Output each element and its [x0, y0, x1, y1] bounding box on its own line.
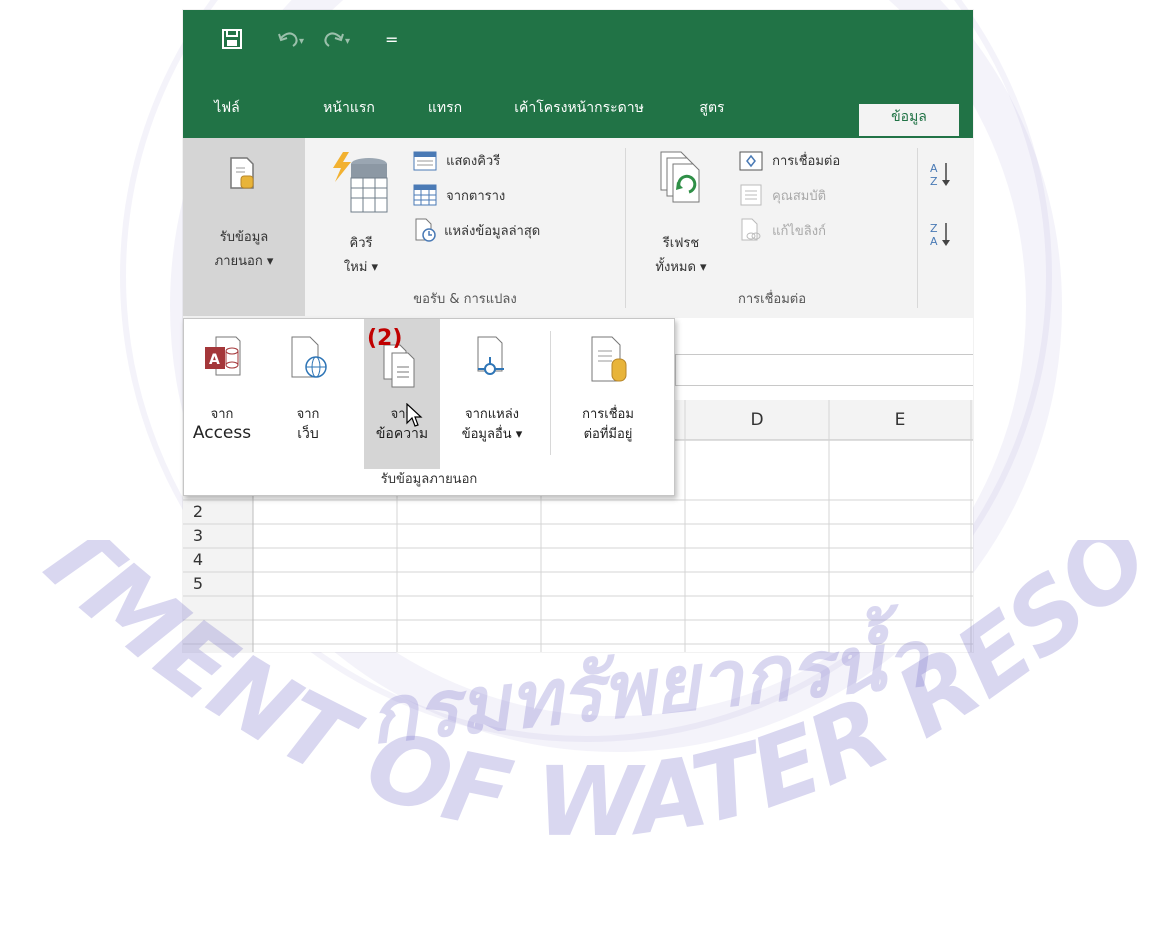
access-icon: A: [205, 336, 241, 376]
show-queries-label: แสดงคิวรี: [446, 154, 501, 169]
get-external-data-icon: [230, 157, 254, 189]
refresh-all-line2: ทั้งหมด ▾: [655, 260, 707, 275]
get-external-data-button[interactable]: รับข้อมูล ภายนอก ▾: [183, 138, 305, 316]
new-query-button[interactable]: คิวรี ใหม่ ▾: [321, 146, 401, 286]
new-query-line1: คิวรี: [349, 236, 373, 251]
from-table-label: จากตาราง: [446, 188, 506, 204]
show-queries-icon: [413, 151, 437, 170]
properties-label: คุณสมบัติ: [772, 188, 827, 204]
from-other-sources-line1: จากแหล่ง: [464, 407, 520, 422]
from-access-line1: จาก: [210, 407, 234, 422]
ribbon-separator: [917, 148, 918, 308]
recent-sources-button[interactable]: แหล่งข้อมูลล่าสุด: [413, 218, 540, 242]
from-other-sources-line2: ข้อมูลอื่น ▾: [461, 427, 523, 442]
column-header-e[interactable]: E: [829, 400, 971, 440]
svg-text:Z: Z: [930, 222, 938, 235]
from-text-line2: ข้อความ: [375, 426, 429, 442]
svg-text:Z: Z: [930, 175, 938, 188]
from-web-line1: จาก: [296, 407, 320, 422]
recent-sources-label: แหล่งข้อมูลล่าสุด: [444, 223, 541, 239]
get-external-data-group-label: รับข้อมูลภายนอก: [380, 472, 478, 487]
group-connections-label: การเชื่อมต่อ: [737, 292, 807, 307]
undo-icon[interactable]: ▾: [277, 28, 307, 54]
sort-ascending-button[interactable]: AZ: [929, 160, 959, 190]
get-external-data-line1: รับข้อมูล: [219, 230, 269, 245]
mouse-cursor-icon: [406, 403, 423, 427]
sort-az-icon: AZ: [930, 162, 950, 188]
svg-text:A: A: [930, 235, 938, 248]
svg-text:DEPARTMENT OF WATER RESOURCES: DEPARTMENT OF WATER RESOURCES: [0, 540, 1163, 858]
refresh-all-line1: รีเฟรช: [662, 236, 700, 251]
save-icon[interactable]: [221, 28, 243, 54]
ribbon-data: รับข้อมูล ภายนอก ▾ คิวรี ใหม่ ▾ แสดงคิวร…: [183, 138, 973, 319]
refresh-icon: [660, 151, 700, 203]
tab-file[interactable]: ไฟล์: [197, 78, 257, 138]
from-table-button[interactable]: จากตาราง: [413, 184, 505, 206]
existing-connections-line1: การเชื่อม: [582, 407, 634, 422]
tab-formulas[interactable]: สูตร: [687, 78, 737, 138]
existing-connections-icon: [591, 336, 627, 382]
connections-label: การเชื่อมต่อ: [772, 154, 841, 169]
new-query-line2: ใหม่ ▾: [343, 260, 379, 275]
svg-text:▾: ▾: [345, 36, 350, 47]
connections-icon: [739, 151, 763, 170]
sort-za-icon: ZA: [930, 222, 950, 248]
tab-insert[interactable]: แทรก: [415, 78, 475, 138]
properties-icon: [740, 184, 762, 206]
step-callout: (2): [367, 326, 403, 351]
column-header-d[interactable]: D: [685, 400, 829, 440]
tab-home[interactable]: หน้าแรก: [309, 78, 389, 138]
svg-text:A: A: [930, 162, 938, 175]
recent-sources-icon: [415, 218, 436, 242]
refresh-all-button[interactable]: รีเฟรช ทั้งหมด ▾: [641, 146, 721, 286]
edit-links-button[interactable]: แก้ไขลิงก์: [739, 218, 826, 242]
other-sources-icon: [477, 336, 504, 375]
formula-bar[interactable]: [675, 354, 973, 386]
existing-connections-button[interactable]: การเชื่อม ต่อที่มีอยู่: [558, 319, 658, 469]
get-external-data-line2: ภายนอก ▾: [214, 254, 274, 269]
tab-data[interactable]: ข้อมูล: [859, 104, 959, 136]
from-text-line1: จาก: [390, 407, 414, 422]
edit-links-icon: [741, 218, 761, 241]
watermark-bottom-text: DEPARTMENT OF WATER RESOURCES: [0, 540, 1163, 858]
group-get-transform-label: ขอรับ & การแปลง: [413, 292, 517, 307]
web-icon: [291, 336, 327, 378]
existing-connections-line2: ต่อที่มีอยู่: [583, 427, 633, 442]
row-header-2[interactable]: 2: [183, 500, 213, 524]
table-icon: [413, 184, 437, 206]
from-other-sources-button[interactable]: จากแหล่ง ข้อมูลอื่น ▾: [442, 319, 542, 469]
from-access-line2: Access: [192, 423, 252, 443]
get-external-data-dropdown: A จาก Access จาก เว็บ จาก ข้อความ จากแหล…: [183, 318, 675, 496]
title-bar: ▾ ▾ =: [183, 10, 973, 78]
svg-text:▾: ▾: [299, 36, 304, 47]
redo-icon[interactable]: ▾: [323, 28, 353, 54]
customize-qat-button[interactable]: =: [385, 30, 398, 56]
svg-text:A: A: [209, 352, 220, 368]
tab-page-layout[interactable]: เค้าโครงหน้ากระดาษ: [499, 78, 659, 138]
properties-button[interactable]: คุณสมบัติ: [739, 184, 826, 206]
sort-descending-button[interactable]: ZA: [929, 220, 959, 250]
from-web-button[interactable]: จาก เว็บ: [280, 319, 336, 469]
new-query-icon: [333, 152, 388, 213]
edit-links-label: แก้ไขลิงก์: [772, 223, 826, 239]
show-queries-button[interactable]: แสดงคิวรี: [413, 150, 500, 171]
from-web-line2: เว็บ: [297, 426, 319, 442]
dropdown-separator: [550, 331, 551, 455]
connections-button[interactable]: การเชื่อมต่อ: [739, 150, 840, 171]
ribbon-tabs: ไฟล์ หน้าแรก แทรก เค้าโครงหน้ากระดาษ สูต…: [183, 78, 973, 138]
ribbon-separator: [625, 148, 626, 308]
from-access-button[interactable]: A จาก Access: [190, 319, 254, 469]
